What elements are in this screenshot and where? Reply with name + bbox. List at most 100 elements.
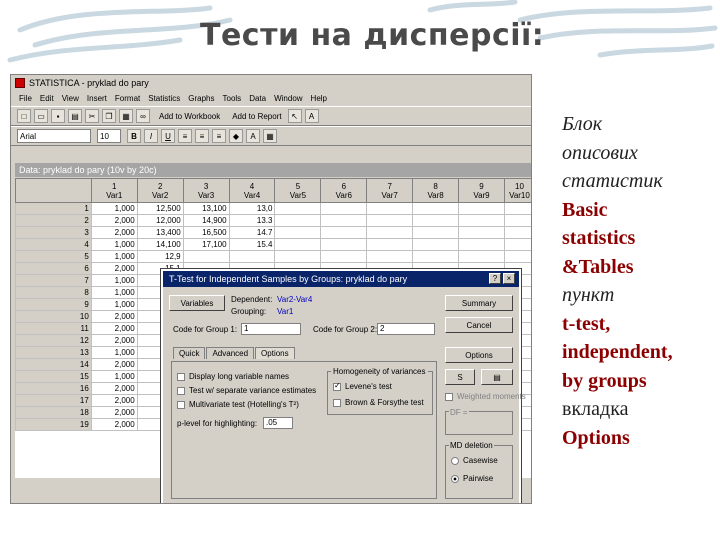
table-cell[interactable]: 1,000 — [90, 202, 138, 215]
table-cell[interactable]: 14.7 — [228, 226, 276, 239]
table-cell[interactable]: 12,9 — [136, 250, 184, 263]
print-dialog-icon[interactable]: ▤ — [481, 369, 513, 385]
row-header[interactable]: 16 — [15, 382, 92, 395]
print-icon[interactable]: ▤ — [68, 109, 82, 123]
table-cell[interactable]: 1,000 — [90, 370, 138, 383]
table-cell[interactable]: 2,000 — [90, 226, 138, 239]
row-header[interactable]: 17 — [15, 394, 92, 407]
table-cell[interactable]: 1,000 — [90, 286, 138, 299]
table-cell[interactable] — [274, 250, 322, 263]
fill-color-icon[interactable]: ◆ — [229, 129, 243, 143]
row-header[interactable]: 6 — [15, 262, 92, 275]
table-cell[interactable] — [503, 202, 531, 215]
table-cell[interactable] — [458, 214, 505, 227]
column-header[interactable]: 3 Var3 — [182, 178, 230, 203]
row-header[interactable]: 10 — [15, 310, 92, 323]
table-cell[interactable]: 12,000 — [136, 214, 184, 227]
select-cases-icon[interactable]: S — [445, 369, 475, 385]
table-cell[interactable]: 2,000 — [90, 310, 138, 323]
table-cell[interactable] — [320, 202, 368, 215]
column-header[interactable]: 4 Var4 — [228, 178, 276, 203]
column-header[interactable]: 8 Var8 — [412, 178, 460, 203]
table-cell[interactable]: 16,500 — [182, 226, 230, 239]
table-cell[interactable]: 2,000 — [90, 382, 138, 395]
row-header[interactable]: 4 — [15, 238, 92, 251]
table-cell[interactable]: 2,000 — [90, 358, 138, 371]
table-cell[interactable]: 1,000 — [90, 250, 138, 263]
table-cell[interactable] — [320, 214, 368, 227]
row-header[interactable]: 8 — [15, 286, 92, 299]
underline-icon[interactable]: U — [161, 129, 175, 143]
table-cell[interactable]: 14,100 — [136, 238, 184, 251]
table-cell[interactable] — [366, 226, 414, 239]
column-header[interactable]: 2 Var2 — [136, 178, 184, 203]
pairwise-radio[interactable] — [451, 475, 459, 483]
table-cell[interactable] — [320, 238, 368, 251]
menu-window[interactable]: Window — [274, 94, 302, 103]
table-cell[interactable] — [320, 250, 368, 263]
table-cell[interactable]: 2,000 — [90, 418, 138, 431]
font-name-select[interactable]: Arial — [17, 129, 91, 143]
table-cell[interactable] — [503, 250, 531, 263]
table-cell[interactable] — [366, 250, 414, 263]
row-header[interactable]: 11 — [15, 322, 92, 335]
table-cell[interactable] — [412, 250, 460, 263]
casewise-radio[interactable] — [451, 457, 459, 465]
table-cell[interactable]: 15.4 — [228, 238, 276, 251]
menu-help[interactable]: Help — [311, 94, 327, 103]
row-header[interactable]: 1 — [15, 202, 92, 215]
p-level-input[interactable]: .05 — [263, 417, 293, 429]
row-header[interactable]: 5 — [15, 250, 92, 263]
weighted-moments-checkbox[interactable] — [445, 393, 453, 401]
multivariate-test-checkbox[interactable] — [177, 401, 185, 409]
copy-icon[interactable]: ❐ — [102, 109, 116, 123]
table-cell[interactable]: 17,100 — [182, 238, 230, 251]
column-header[interactable]: 9 Var9 — [458, 178, 505, 203]
bold-icon[interactable]: B — [127, 129, 141, 143]
table-cell[interactable] — [274, 226, 322, 239]
menu-tools[interactable]: Tools — [223, 94, 242, 103]
row-header[interactable]: 13 — [15, 346, 92, 359]
table-cell[interactable]: 1,000 — [90, 346, 138, 359]
table-cell[interactable] — [458, 226, 505, 239]
align-center-icon[interactable]: ≡ — [195, 129, 209, 143]
menu-statistics[interactable]: Statistics — [148, 94, 180, 103]
menu-graphs[interactable]: Graphs — [188, 94, 214, 103]
add-to-report-button[interactable]: Add to Report — [232, 112, 281, 121]
menu-data[interactable]: Data — [249, 94, 266, 103]
row-header[interactable]: 7 — [15, 274, 92, 287]
row-header[interactable]: 3 — [15, 226, 92, 239]
menu-insert[interactable]: Insert — [87, 94, 107, 103]
align-right-icon[interactable]: ≡ — [212, 129, 226, 143]
table-cell[interactable]: 13,100 — [182, 202, 230, 215]
code-group1-input[interactable]: 1 — [241, 323, 301, 335]
text-icon[interactable]: A — [304, 109, 319, 123]
arrow-icon[interactable]: ↖ — [287, 109, 302, 123]
borders-icon[interactable]: ▦ — [263, 129, 277, 143]
column-header[interactable]: 1 Var1 — [90, 178, 138, 203]
save-icon[interactable]: ▪ — [51, 109, 65, 123]
table-cell[interactable]: 2,000 — [90, 334, 138, 347]
column-header[interactable]: 10 Var10 — [503, 178, 531, 203]
table-cell[interactable]: 13.3 — [228, 214, 276, 227]
add-to-workbook-button[interactable]: Add to Workbook — [159, 112, 220, 121]
menu-view[interactable]: View — [62, 94, 79, 103]
table-cell[interactable] — [412, 214, 460, 227]
table-cell[interactable] — [458, 202, 505, 215]
column-header[interactable]: 6 Var6 — [320, 178, 368, 203]
table-cell[interactable] — [503, 238, 531, 251]
table-cell[interactable] — [458, 250, 505, 263]
table-cell[interactable]: 12,500 — [136, 202, 184, 215]
summary-button[interactable]: Summary — [445, 295, 513, 311]
close-icon[interactable]: × — [503, 273, 515, 284]
italic-icon[interactable]: I — [144, 129, 158, 143]
table-cell[interactable] — [458, 238, 505, 251]
table-cell[interactable] — [412, 226, 460, 239]
table-cell[interactable]: 13,400 — [136, 226, 184, 239]
binoculars-icon[interactable]: ∞ — [136, 109, 150, 123]
cut-icon[interactable]: ✂ — [85, 109, 99, 123]
table-cell[interactable]: 14,900 — [182, 214, 230, 227]
row-header[interactable]: 12 — [15, 334, 92, 347]
row-header[interactable]: 19 — [15, 418, 92, 431]
table-cell[interactable]: 2,000 — [90, 394, 138, 407]
